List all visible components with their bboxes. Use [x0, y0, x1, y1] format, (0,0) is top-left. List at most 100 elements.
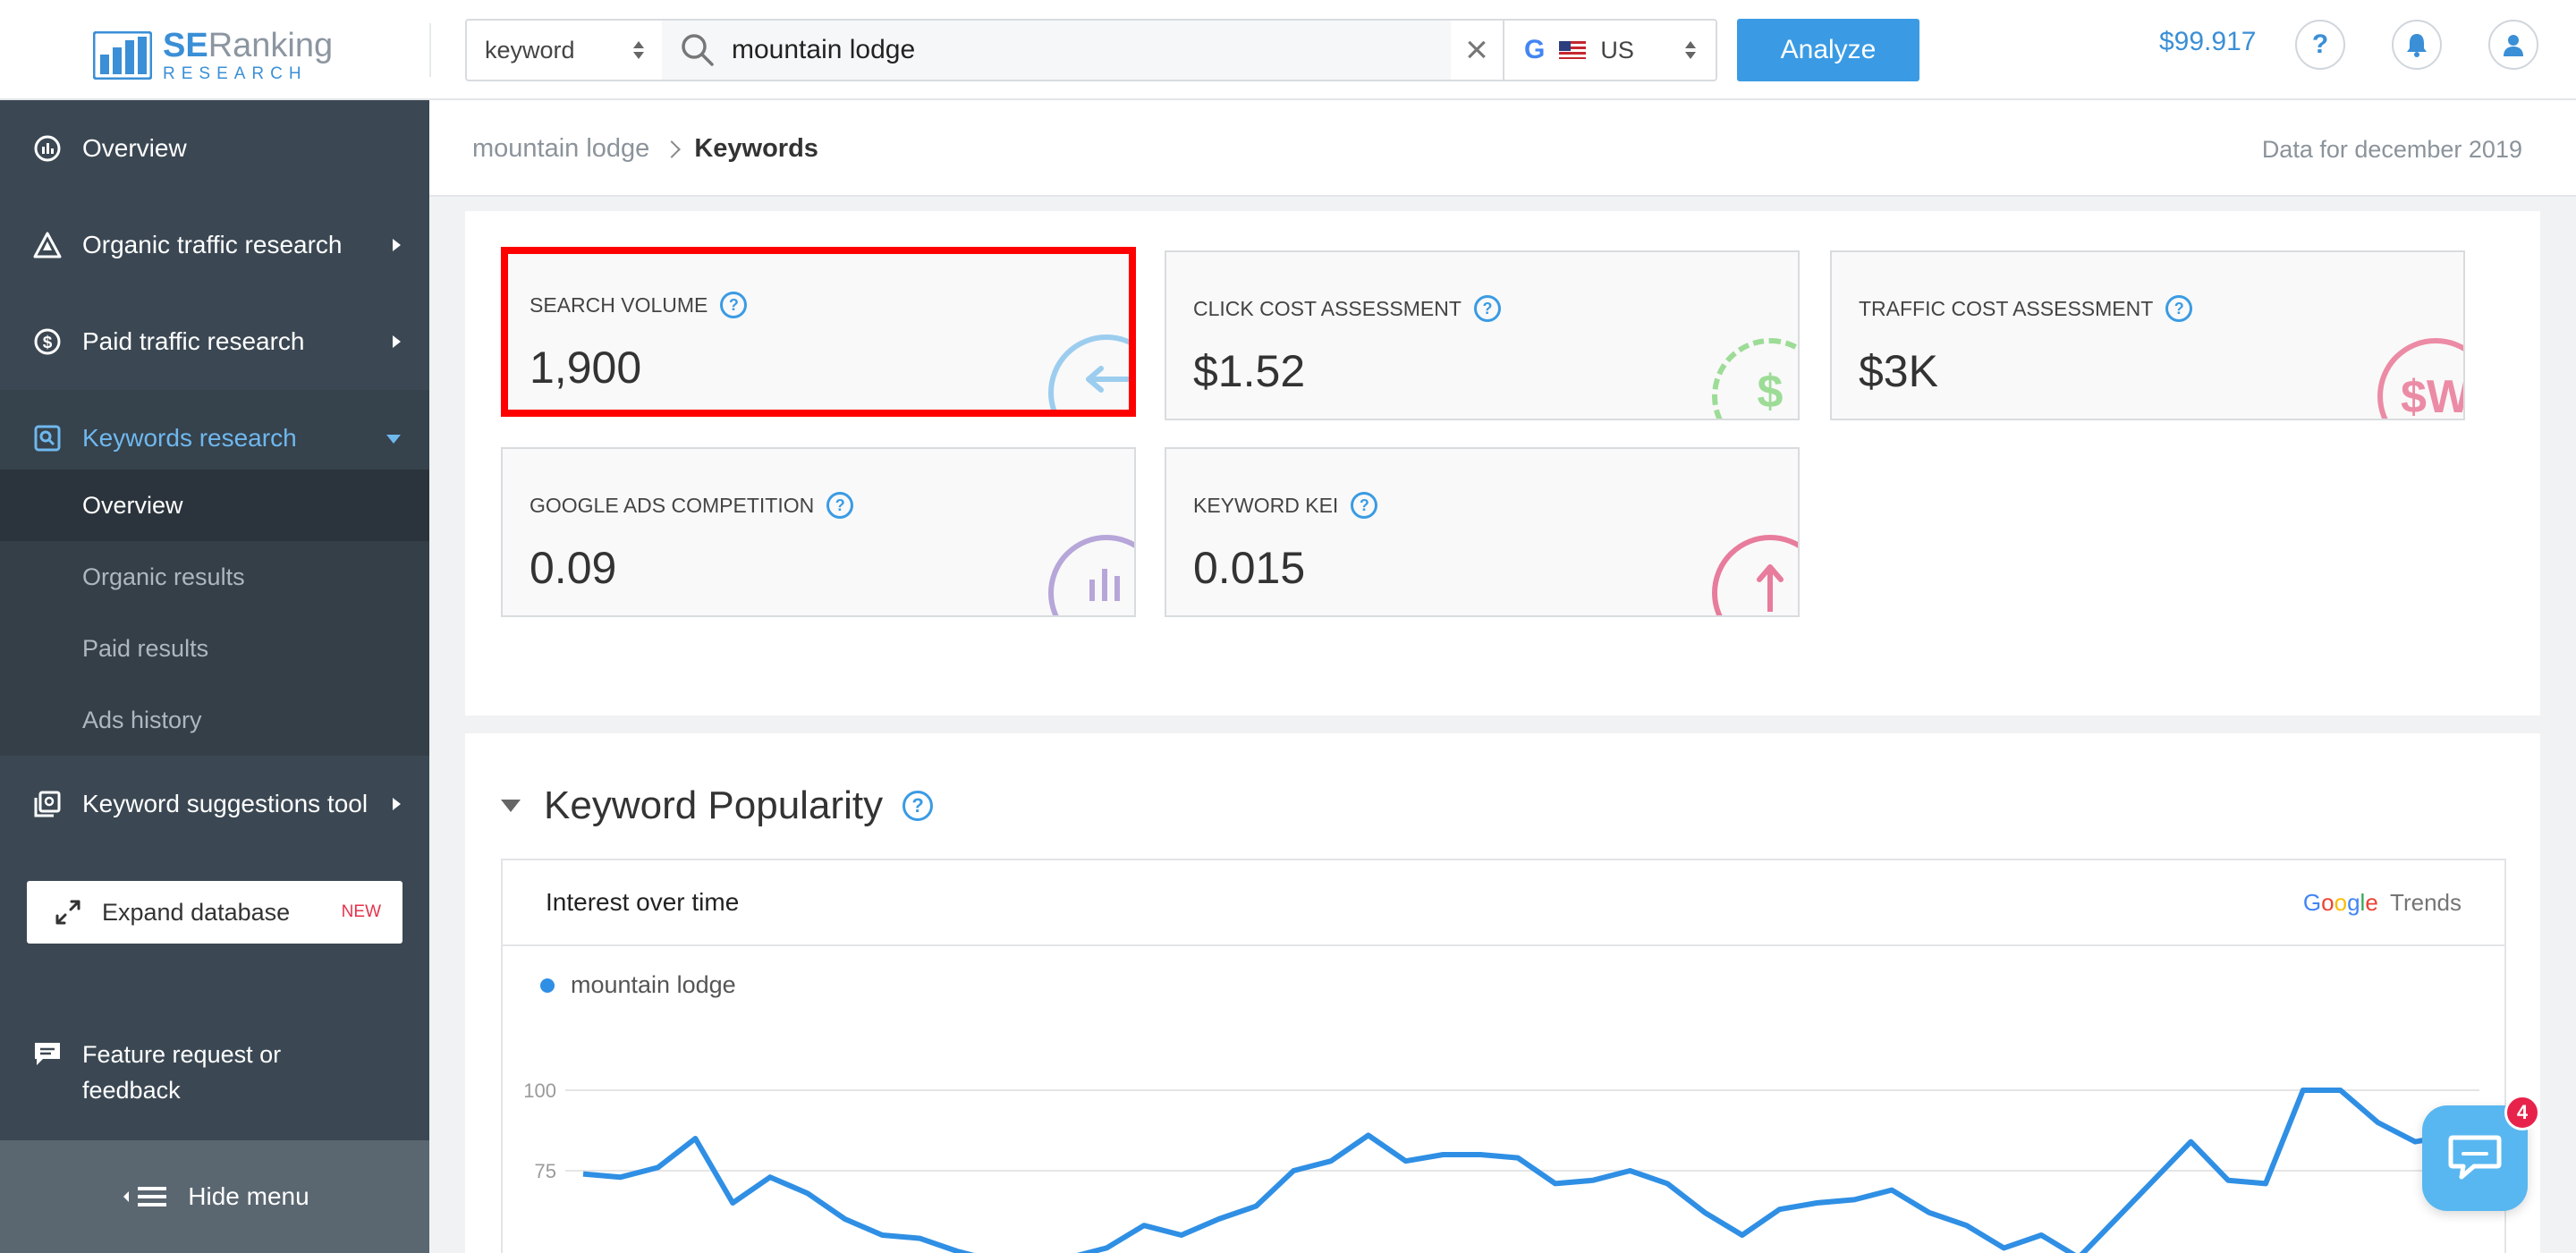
hide-menu-label: Hide menu: [188, 1182, 309, 1210]
dollar-icon: $: [32, 326, 63, 357]
country-value: US: [1600, 36, 1634, 63]
submenu-item-paid-results[interactable]: Paid results: [0, 613, 429, 684]
submenu-item-label: Ads history: [82, 706, 202, 733]
help-icon[interactable]: ?: [1351, 492, 1378, 519]
sidebar-item-keyword-suggestions[interactable]: Keyword suggestions tool: [0, 756, 429, 852]
divider: [429, 23, 431, 77]
help-icon[interactable]: ?: [902, 791, 934, 821]
expand-database-button[interactable]: Expand database NEW: [27, 881, 402, 944]
help-icon[interactable]: ?: [720, 292, 748, 318]
country-select[interactable]: G US: [1503, 19, 1717, 81]
us-flag-icon: [1559, 41, 1587, 59]
stat-ads-competition: GOOGLE ADS COMPETITION? 0.09: [501, 447, 1136, 617]
stat-label: GOOGLE ADS COMPETITION: [530, 493, 815, 517]
feedback-link[interactable]: Feature request or feedback: [32, 1037, 408, 1108]
search-icon: [680, 32, 716, 68]
keyword-popularity-panel: Keyword Popularity ? Interest over time …: [465, 733, 2540, 1253]
caret-right-icon: [393, 335, 401, 348]
overview-icon: [32, 133, 63, 164]
stat-value: $1.52: [1193, 346, 1306, 396]
search-box: ×: [662, 19, 1504, 81]
expand-database-label: Expand database: [102, 898, 291, 926]
google-letter: g: [2347, 888, 2360, 916]
help-icon[interactable]: ?: [826, 492, 854, 519]
collapse-menu-icon: [120, 1184, 170, 1209]
submenu-item-ads-history[interactable]: Ads history: [0, 684, 429, 756]
analyze-button[interactable]: Analyze: [1737, 19, 1919, 81]
stat-label: SEARCH VOLUME: [530, 292, 708, 317]
google-letter: G: [2302, 888, 2322, 916]
help-icon[interactable]: ?: [1473, 295, 1501, 322]
logo-brand-rest: Ranking: [208, 27, 334, 64]
sidebar-item-organic-traffic[interactable]: Organic traffic research: [0, 197, 429, 293]
submenu-item-organic-results[interactable]: Organic results: [0, 541, 429, 613]
chart-header: Interest over time: [546, 888, 740, 916]
new-badge: NEW: [341, 902, 381, 921]
organic-traffic-icon: [32, 230, 63, 260]
stat-value: 0.015: [1193, 543, 1306, 593]
sidebar-item-overview[interactable]: Overview: [0, 100, 429, 197]
arrow-left-icon: [1048, 334, 1129, 410]
search-type-select[interactable]: keyword: [465, 19, 664, 81]
chat-bubble-icon: [32, 1040, 63, 1108]
expand-icon: [54, 898, 82, 927]
feedback-label-line2: feedback: [82, 1077, 181, 1104]
breadcrumb-current: Keywords: [694, 134, 818, 163]
sidebar-item-label: Paid traffic research: [82, 327, 305, 355]
help-icon[interactable]: ?: [2165, 295, 2193, 322]
user-icon[interactable]: [2488, 20, 2538, 70]
help-icon[interactable]: ?: [2295, 20, 2345, 70]
sidebar-item-label: Organic traffic research: [82, 231, 343, 258]
keyword-popularity-toggle[interactable]: Keyword Popularity ?: [501, 783, 934, 828]
top-bar: SERanking RESEARCH keyword × G US Analyz…: [0, 0, 2576, 100]
google-letter: e: [2365, 888, 2378, 916]
traffic-cost-icon: $W: [2377, 338, 2463, 419]
chevron-right-icon: [663, 140, 682, 158]
trends-word: Trends: [2390, 888, 2462, 916]
section-title: Keyword Popularity: [544, 783, 884, 827]
search-input[interactable]: [732, 35, 1429, 65]
click-dollar-icon: $: [1712, 338, 1798, 419]
close-icon[interactable]: ×: [1451, 21, 1503, 80]
caret-right-icon: [393, 239, 401, 251]
logo-subtitle: RESEARCH: [163, 64, 308, 83]
sidebar-item-paid-traffic[interactable]: $ Paid traffic research: [0, 293, 429, 390]
submenu-item-label: Overview: [82, 491, 183, 519]
bar-chart-icon: [1048, 535, 1134, 615]
y-tick-label: 75: [535, 1160, 556, 1182]
sidebar-item-label: Overview: [82, 134, 187, 162]
google-trends-logo: Google Trends: [2303, 889, 2462, 917]
chart-legend[interactable]: mountain lodge: [540, 971, 736, 999]
stat-label: KEYWORD KEI: [1193, 493, 1339, 517]
logo[interactable]: SERanking RESEARCH: [92, 27, 334, 83]
breadcrumb: mountain lodge Keywords: [472, 134, 818, 164]
search-type-value: keyword: [485, 36, 575, 63]
google-trends-widget: Interest over time Google Trends mountai…: [501, 859, 2506, 1253]
caret-down-icon: [386, 435, 401, 444]
google-icon: G: [1524, 35, 1546, 64]
stat-search-volume: SEARCH VOLUME? 1,900: [501, 247, 1136, 417]
breadcrumb-parent-link[interactable]: mountain lodge: [472, 134, 649, 164]
legend-label: mountain lodge: [571, 971, 736, 998]
logo-chart-icon: [92, 30, 153, 80]
logo-brand-bold: SE: [163, 27, 208, 64]
keyword-stats-panel: SEARCH VOLUME? 1,900 CLICK COST ASSESSME…: [465, 211, 2540, 715]
breadcrumb-bar: mountain lodge Keywords Data for decembe…: [429, 100, 2576, 197]
google-letter: o: [2334, 888, 2348, 916]
account-balance[interactable]: $99.917: [2159, 27, 2256, 57]
submenu-item-label: Organic results: [82, 563, 245, 590]
interest-over-time-chart: 100 75: [523, 1079, 2479, 1253]
stat-traffic-cost: TRAFFIC COST ASSESSMENT? $3K $W: [1830, 250, 2465, 420]
stat-label: CLICK COST ASSESSMENT: [1193, 296, 1462, 320]
stat-click-cost: CLICK COST ASSESSMENT? $1.52 $: [1165, 250, 1800, 420]
y-tick-label: 100: [523, 1079, 556, 1102]
bell-icon[interactable]: [2392, 20, 2442, 70]
data-date-label: Data for december 2019: [2261, 136, 2522, 163]
chat-icon: [2448, 1135, 2502, 1180]
arrow-up-icon: [1712, 535, 1798, 615]
submenu-item-overview[interactable]: Overview: [0, 470, 429, 541]
suggestions-icon: [32, 789, 63, 819]
hide-menu-button[interactable]: Hide menu: [0, 1140, 429, 1253]
stat-value: 0.09: [530, 543, 617, 593]
updown-icon: [1685, 41, 1696, 59]
